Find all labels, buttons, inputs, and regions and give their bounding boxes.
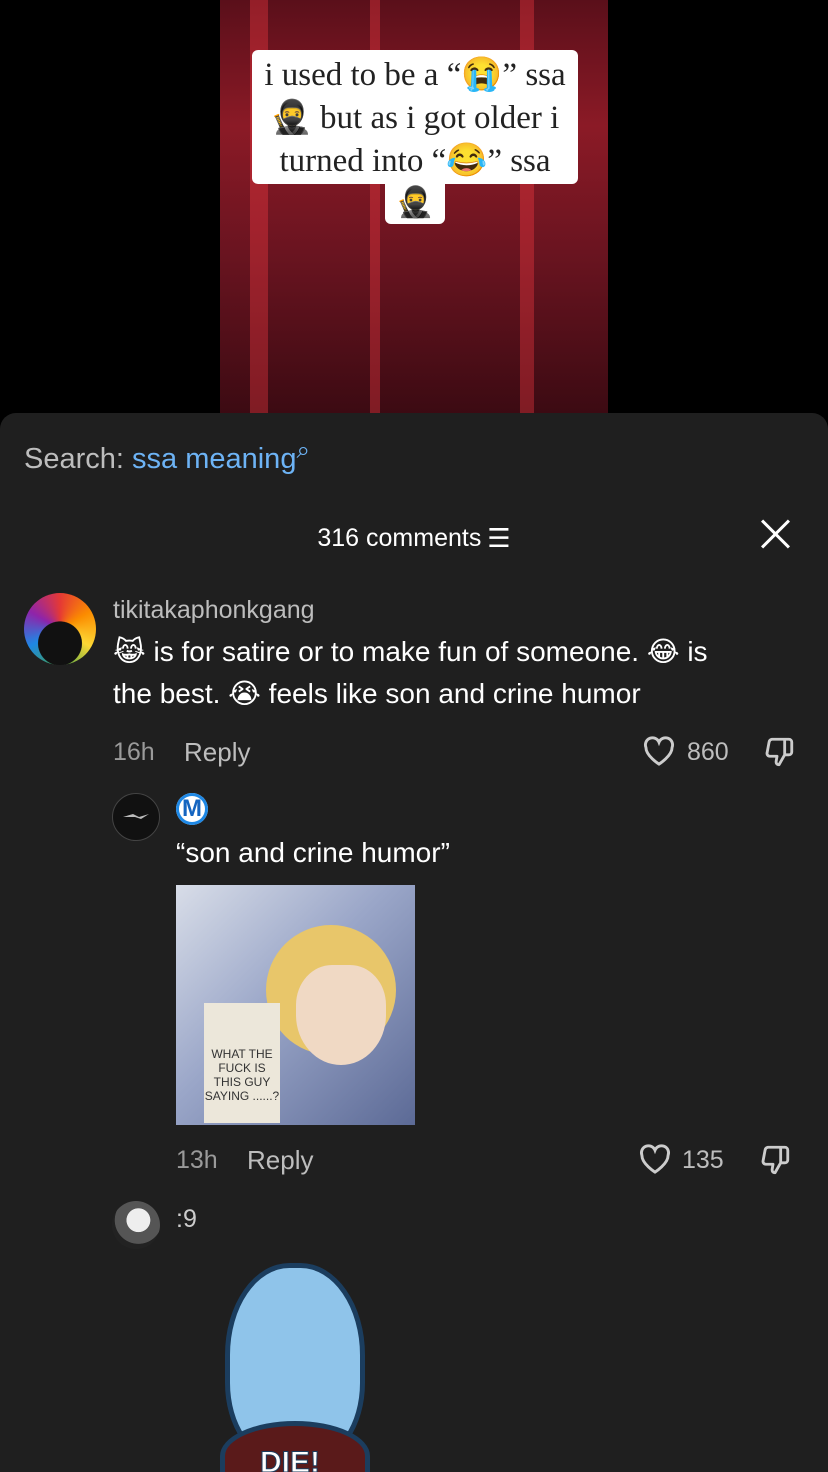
dislike-icon[interactable]	[762, 735, 796, 769]
comment-time: 16h	[113, 738, 155, 766]
comment-username[interactable]: tikitakaphonkgang	[113, 596, 315, 625]
reply-button[interactable]: Reply	[184, 737, 250, 768]
comment-time: 13h	[176, 1146, 218, 1174]
avatar[interactable]	[112, 1201, 160, 1249]
heart-icon[interactable]	[641, 735, 677, 767]
comment-text: “son and crine humor”	[176, 837, 450, 868]
comments-sheet: Search: ssa meaning⌕ 316 comments ☰ tikit…	[0, 413, 828, 1472]
comments-count: 316 comments	[317, 524, 482, 552]
like-count: 135	[682, 1146, 724, 1174]
close-icon[interactable]	[760, 517, 792, 549]
comment-text: 😹 is for satire or to make fun of someon…	[113, 631, 708, 715]
comment-image[interactable]: WHAT THE FUCK IS THIS GUY SAYING ......?	[176, 885, 415, 1125]
comment-text-line: the best. 😭 feels like son and crine hum…	[113, 678, 641, 709]
heart-icon[interactable]	[637, 1143, 673, 1175]
caption-line: 🥷 but as i got older i	[270, 100, 560, 136]
reply-button[interactable]: Reply	[247, 1145, 313, 1176]
video-caption: i used to be a “😭” ssa 🥷 but as i got ol…	[252, 50, 578, 184]
like-count: 860	[687, 738, 729, 766]
avatar[interactable]	[112, 793, 160, 841]
comment-text-line: 😹 is for satire or to make fun of someon…	[113, 636, 708, 667]
search-label: Search:	[24, 443, 124, 475]
avatar[interactable]	[24, 593, 96, 665]
video-player[interactable]: i used to be a “😭” ssa 🥷 but as i got ol…	[0, 0, 828, 430]
comment-username[interactable]: :9	[176, 1205, 197, 1234]
sticker-text: DIE!	[260, 1446, 321, 1472]
caption-line: i used to be a “😭” ssa	[264, 57, 566, 93]
caption-line: turned into “😂” ssa	[279, 143, 551, 179]
image-text: WHAT THE FUCK IS THIS GUY SAYING ......?	[204, 1003, 280, 1123]
comment-sticker[interactable]: DIE!	[180, 1261, 400, 1472]
search-icon[interactable]: ⌕	[296, 437, 309, 464]
comment-username[interactable]: M	[176, 793, 208, 825]
comments-header: 316 comments ☰	[0, 523, 828, 554]
sort-filter-icon[interactable]: ☰	[487, 523, 510, 554]
caption-tail: 🥷	[385, 182, 445, 224]
search-suggestion[interactable]: Search: ssa meaning⌕	[24, 437, 310, 476]
dislike-icon[interactable]	[758, 1143, 792, 1177]
search-query[interactable]: ssa meaning	[132, 443, 296, 475]
